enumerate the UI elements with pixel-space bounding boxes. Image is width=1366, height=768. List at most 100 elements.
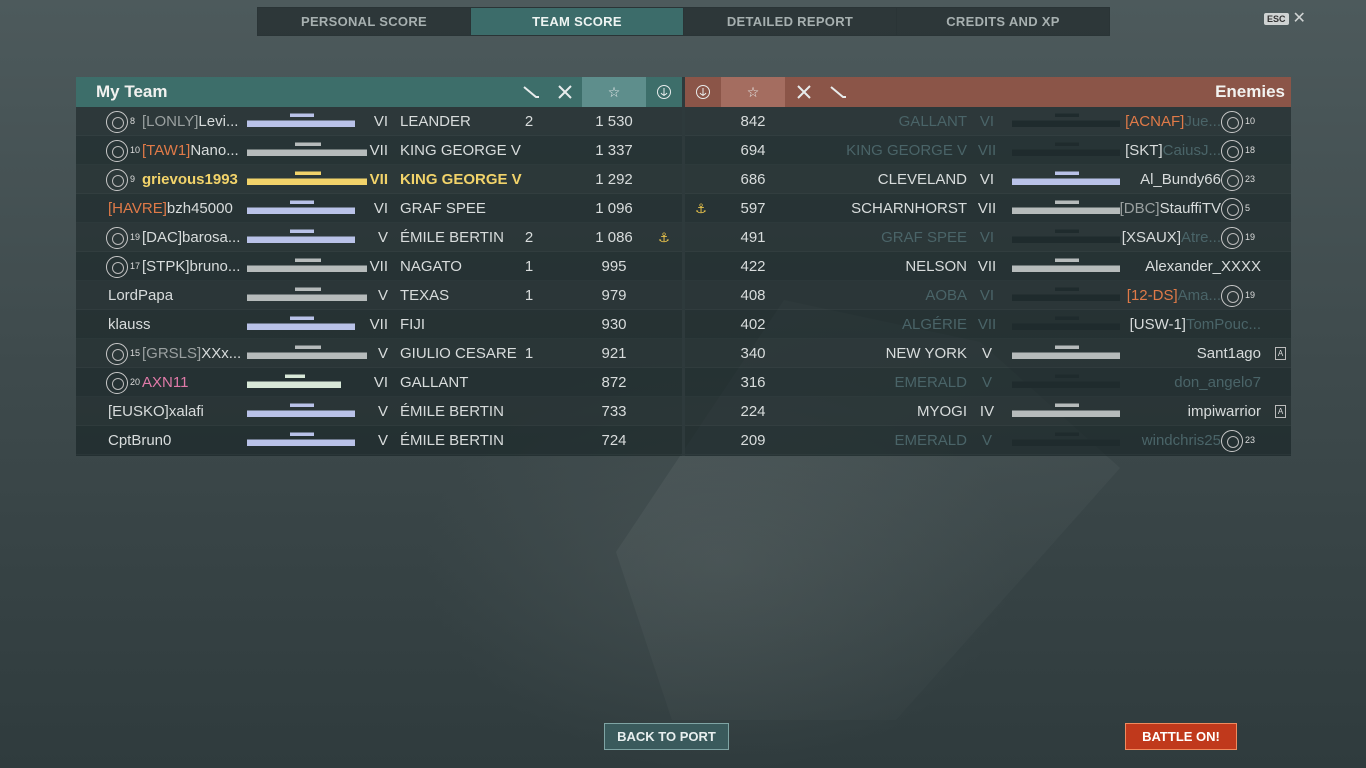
player-name: windchris25 [1142,426,1221,455]
tab-credits-xp[interactable]: CREDITS AND XP [897,8,1109,35]
table-row[interactable]: 8 [LONLY]Levi... VI LEANDER 2 1 530 [76,107,682,136]
ship-name: NAGATO [400,258,462,275]
ship-silhouette-icon [1012,169,1120,185]
table-row[interactable]: [EUSKO]xalafi V ÉMILE BERTIN 733 [76,397,682,426]
player-name: LordPapa [108,281,173,310]
table-row[interactable]: 340 NEW YORK V Sant1ago A [685,339,1291,368]
ship-silhouette-icon [1012,256,1120,272]
rank-badge-icon [106,226,128,249]
score-value: 224 [740,403,766,420]
ship-name: GALLANT [898,113,967,130]
player-nickname: Atre... [1180,229,1221,246]
ship-superstructure [1055,256,1079,262]
score-value: 597 [740,200,766,217]
back-to-port-button[interactable]: BACK TO PORT [604,723,729,750]
ship-superstructure [290,401,314,407]
ship-tier: VI [979,171,995,188]
table-row[interactable]: 686 CLEVELAND VI Al_Bundy66 23 [685,165,1291,194]
player-name: [GRSLS]XXx... [142,339,241,368]
player-nickname: bzh45000 [166,200,233,217]
table-row[interactable]: [HAVRE]bzh45000 VI GRAF SPEE 1 096 [76,194,682,223]
table-row[interactable]: 422 NELSON VII Alexander_XXXX [685,252,1291,281]
torpedo-hits [516,368,542,397]
table-row[interactable]: 20 AXN11 VI GALLANT 872 [76,368,682,397]
table-row[interactable]: 694 KING GEORGE V VII [SKT]CaiusJ... 18 [685,136,1291,165]
rank-badge-icon [1221,168,1243,191]
rank-emblem: 23 [1221,165,1255,194]
rank-number: 17 [130,261,141,271]
battle-on-button[interactable]: BATTLE ON! [1125,723,1237,750]
rank-emblem: 10 [1221,107,1255,136]
table-row[interactable]: 491 GRAF SPEE VI [XSAUX]Atre... 19 [685,223,1291,252]
ship-superstructure [290,430,314,436]
player-name: [EUSKO]xalafi [108,397,204,426]
rank-emblem: 19 [1221,281,1255,310]
score-value: 842 [740,113,766,130]
score-value: 995 [601,258,627,275]
table-row[interactable]: 842 GALLANT VI [ACNAF]Jue... 10 [685,107,1291,136]
anchor-icon[interactable] [687,77,719,107]
table-row[interactable]: 9 grievous1993 VII KING GEORGE V 1 292 [76,165,682,194]
table-row[interactable]: 19 [DAC]barosa... V ÉMILE BERTIN 2 1 086 ⚓ [76,223,682,252]
close-button[interactable]: ESC ✕ [1264,11,1306,27]
base-capture-icon [652,310,676,339]
table-row[interactable]: 209 EMERALD Vwindchris25 23 [685,426,1291,455]
table-row[interactable]: 224 MYOGI IV impiwarrior A [685,397,1291,426]
ship-superstructure [1055,169,1079,175]
anchor-icon[interactable] [648,77,680,107]
tab-personal-score[interactable]: PERSONAL SCORE [258,8,471,35]
tab-detailed-report[interactable]: DETAILED REPORT [684,8,897,35]
ship-superstructure [1055,372,1079,378]
table-row[interactable]: 17 [STPK]bruno... VII NAGATO 1 995 [76,252,682,281]
planes-killed-icon[interactable] [788,77,820,107]
rank-number: 15 [130,348,141,358]
rank-badge-icon [106,110,128,133]
base-capture-icon [652,397,676,426]
ship-name: GIULIO CESARE [400,345,517,362]
player-nickname: don_angelo7 [1174,374,1261,391]
base-capture-icon: ⚓ [695,201,707,216]
table-row[interactable]: 402 ALGÉRIE VII [USW-1]TomPouc... [685,310,1291,339]
torpedo-icon[interactable] [822,77,854,107]
rank-number: 23 [1245,174,1256,184]
table-row[interactable]: CptBrun0 V ÉMILE BERTIN 724 [76,426,682,455]
table-row[interactable]: klauss VII FIJI 930 [76,310,682,339]
torpedo-icon[interactable] [515,77,547,107]
torpedo-hits: 1 [524,287,534,304]
player-nickname: klauss [108,316,151,333]
ship-silhouette-icon [247,227,355,243]
ship-superstructure [1055,227,1079,233]
ship-name: AOBA [925,287,967,304]
ship-tier: V [377,432,388,449]
star-score-icon[interactable]: ☆ [582,77,646,107]
star-score-icon[interactable]: ☆ [721,77,785,107]
ship-superstructure [284,372,306,378]
table-row[interactable]: 15 [GRSLS]XXx... V GIULIO CESARE 1 921 [76,339,682,368]
torpedo-hits [516,165,542,194]
rank-badge-icon [1221,139,1243,162]
torpedo-hits [516,310,542,339]
table-row[interactable]: 10 [TAW1]Nano... VII KING GEORGE V 1 337 [76,136,682,165]
clan-tag: [XSAUX] [1121,229,1181,246]
table-row[interactable]: ⚓ 597 SCHARNHORST VII [DBC]StauffiTV 5 [685,194,1291,223]
ship-tier: VI [373,113,388,130]
tab-team-score[interactable]: TEAM SCORE [471,8,684,35]
my-team-header: My Team ☆ [76,77,682,107]
player-nickname: StauffiTV [1159,200,1221,217]
rank-emblem: 10 [106,136,140,165]
table-row[interactable]: LordPapa V TEXAS 1 979 [76,281,682,310]
table-row[interactable]: 316 EMERALD Vdon_angelo7 [685,368,1291,397]
ship-tier: V [377,345,388,362]
player-nickname: impiwarrior [1187,403,1261,420]
ship-silhouette-icon [247,401,355,417]
player-nickname: windchris25 [1141,432,1221,449]
rank-badge-icon [106,371,128,394]
ship-name: GRAF SPEE [881,229,967,246]
clan-tag: [LONLY] [142,113,199,130]
ship-tier: VII [977,258,997,275]
ship-superstructure [1055,198,1079,204]
table-row[interactable]: 408 AOBA VI [12-DS]Ama... 19 [685,281,1291,310]
my-team-title: My Team [96,82,168,101]
planes-killed-icon[interactable] [549,77,581,107]
player-nickname: CaiusJ... [1162,142,1221,159]
